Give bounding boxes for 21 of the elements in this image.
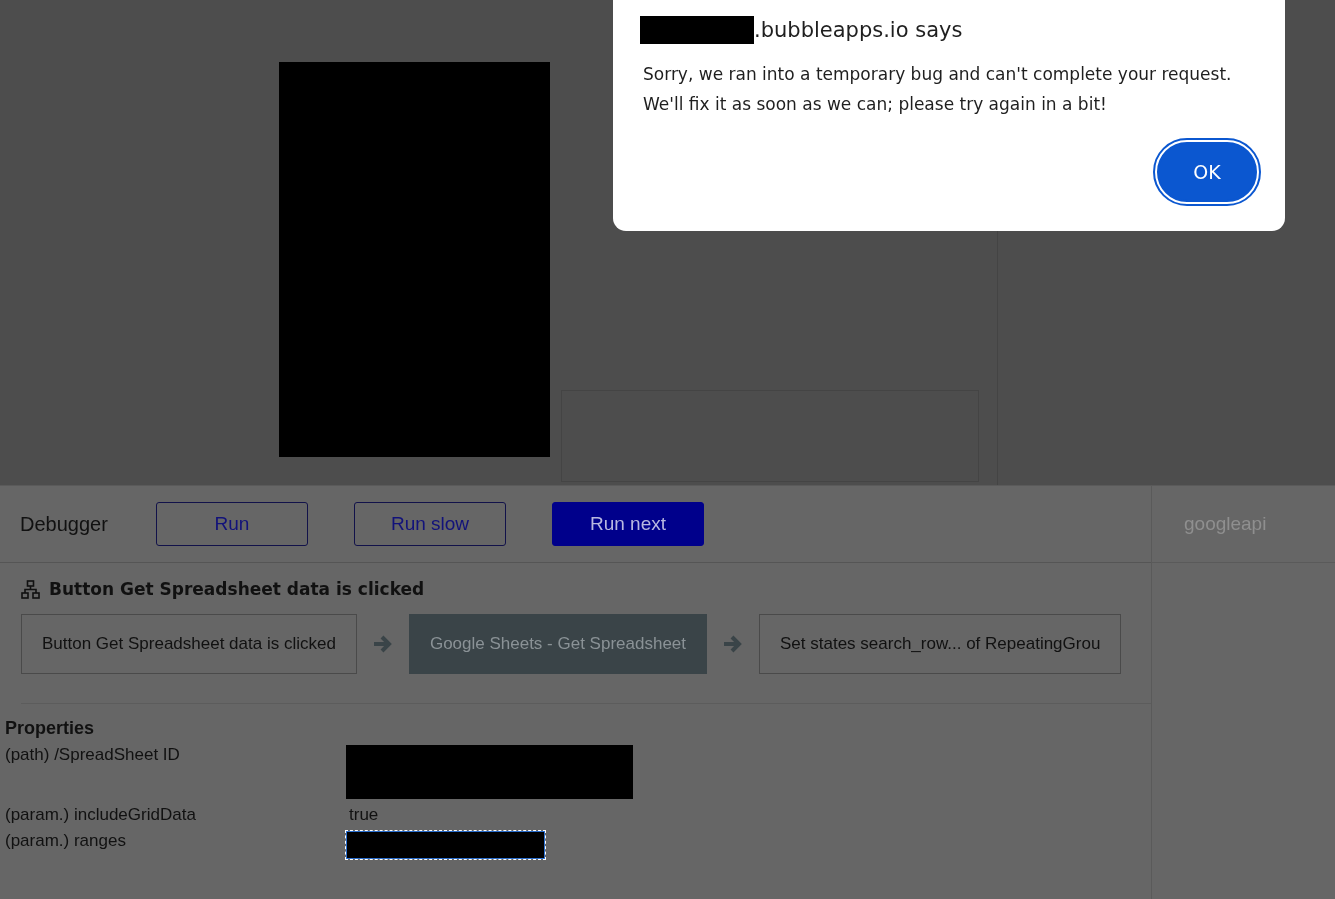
event-title: Button Get Spreadsheet data is clicked <box>49 579 425 599</box>
properties-title: Properties <box>5 718 96 739</box>
workflow-step[interactable]: Set states search_row... of RepeatingGrou <box>759 614 1122 674</box>
redacted-block[interactable] <box>346 831 545 859</box>
dialog-message: Sorry, we ran into a temporary bug and can't complete your request. <box>643 63 1233 86</box>
dialog-title: .bubbleapps.io says <box>754 18 963 42</box>
debugger-button[interactable]: Run slow <box>354 502 506 546</box>
dialog-message: We'll fix it as soon as we can; please try again in a bit! <box>643 93 1108 116</box>
ok-button[interactable]: OK <box>1155 140 1259 204</box>
debugger-title: Debugger <box>20 512 109 536</box>
property-value: true <box>348 805 379 825</box>
arrow-icon <box>372 635 393 653</box>
arrow-icon <box>723 635 743 653</box>
property-name: (param.) ranges <box>5 831 127 852</box>
workflow-step[interactable]: Button Get Spreadsheet data is clicked <box>21 614 357 674</box>
hierarchy-icon <box>21 579 40 599</box>
debugger-button[interactable]: Run next <box>552 502 704 546</box>
debugger-button[interactable]: Run <box>156 502 308 546</box>
property-name: (path) /SpreadSheet ID <box>5 745 181 766</box>
workflow-step[interactable]: Google Sheets - Get Spreadsheet <box>408 614 707 674</box>
property-name: (param.) includeGridData <box>5 805 197 825</box>
